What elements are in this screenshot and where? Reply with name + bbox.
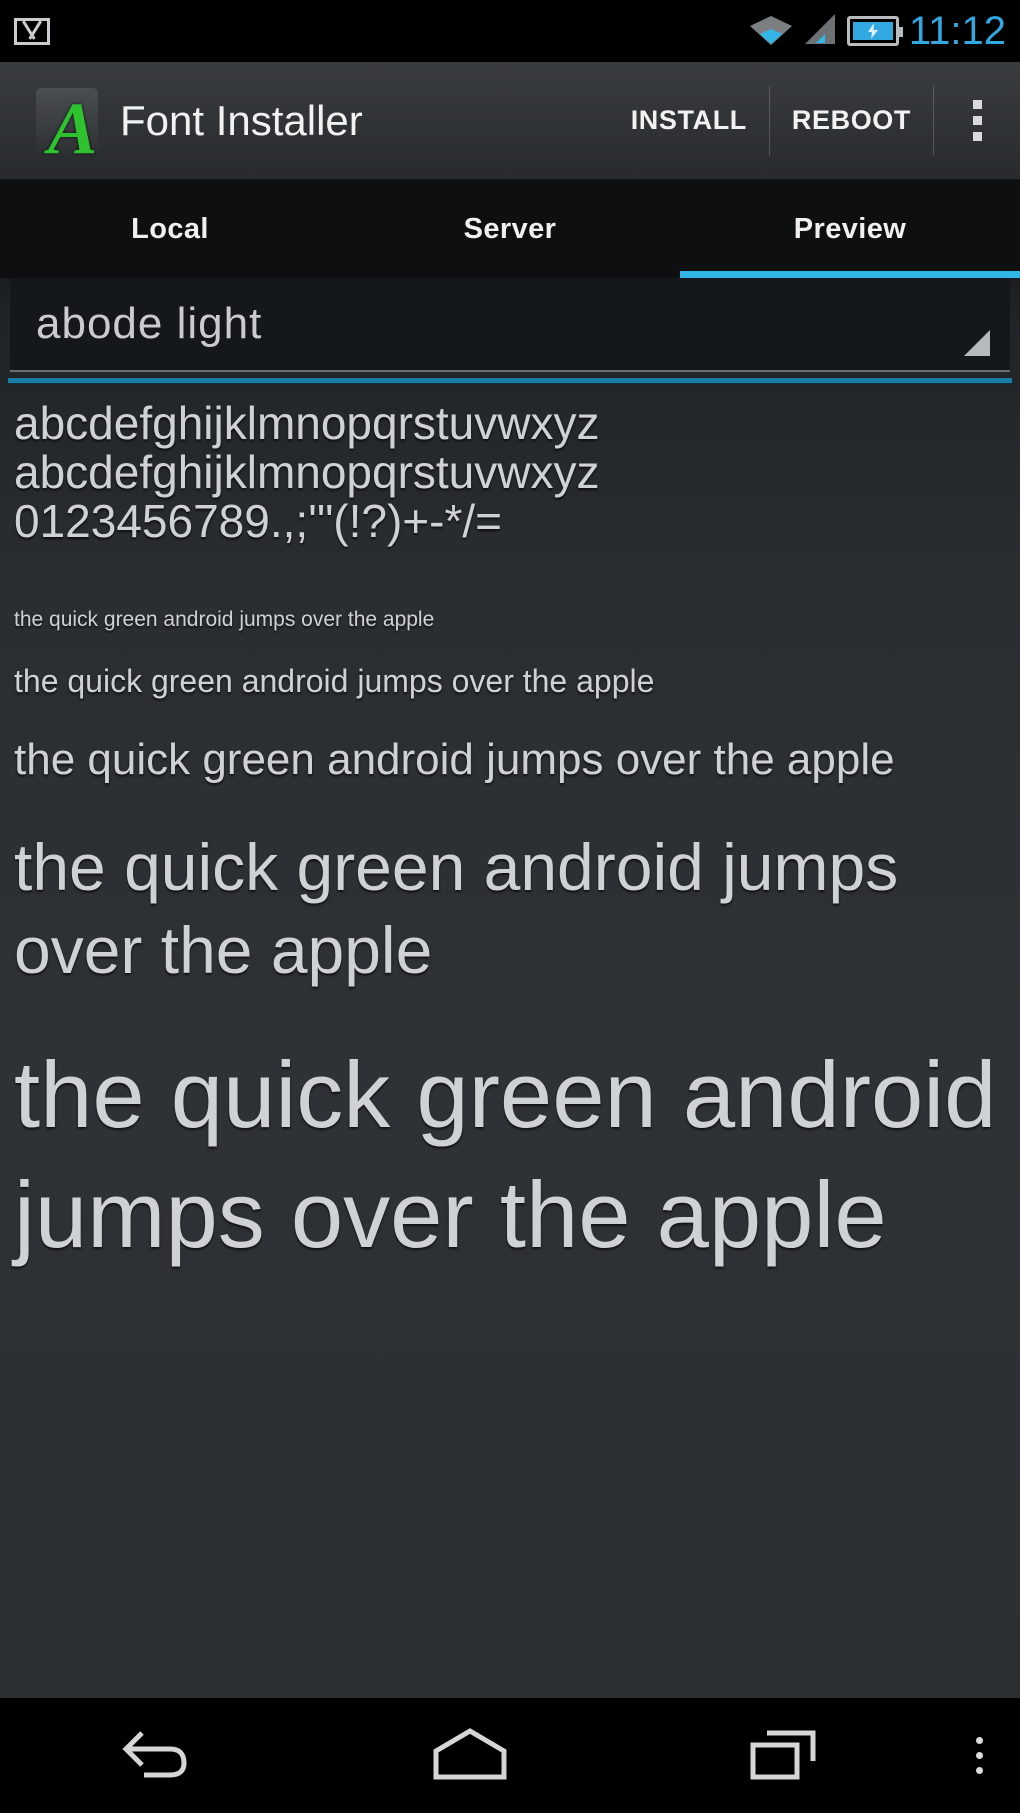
tab-local[interactable]: Local	[0, 180, 340, 278]
tab-indicator-local	[0, 271, 340, 278]
nav-menu-button[interactable]	[940, 1698, 1020, 1813]
tab-preview[interactable]: Preview	[680, 180, 1020, 278]
nav-recents-button[interactable]	[627, 1698, 940, 1813]
reboot-button[interactable]: REBOOT	[770, 62, 933, 180]
glyph-line-numerals: 0123456789.,;'"(!?)+-*/=	[14, 495, 503, 548]
tab-bar: Local Server Preview	[0, 180, 1020, 278]
tab-indicator-preview	[680, 271, 1020, 278]
glyph-line-lowercase: abcdefghijklmnopqrstuvwxyz	[14, 397, 600, 449]
pangram-size-md: the quick green android jumps over the a…	[14, 735, 895, 785]
status-bar-notifications	[14, 17, 50, 45]
tab-indicator-server	[340, 271, 680, 278]
system-navigation-bar	[0, 1698, 1020, 1813]
font-selector-value: abode light	[36, 299, 263, 348]
pangram-size-sm: the quick green android jumps over the a…	[14, 662, 655, 699]
dropdown-triangle-icon	[964, 330, 990, 356]
preview-panel: abode light abcdefghijklmnopqrstuvwxyz a…	[0, 278, 1020, 1698]
nav-back-button[interactable]	[0, 1698, 313, 1813]
android-screen: 11:12 A Font Installer INSTALL REBOOT Lo…	[0, 0, 1020, 1813]
app-icon-letter: A	[48, 87, 98, 170]
wifi-icon	[749, 12, 793, 51]
pangram-size-xl: the quick green android jumps over the a…	[14, 1042, 997, 1268]
overflow-menu-icon[interactable]	[934, 62, 1020, 180]
action-bar: A Font Installer INSTALL REBOOT	[0, 62, 1020, 180]
app-icon: A	[36, 87, 98, 166]
gmail-icon	[14, 17, 50, 45]
app-title: Font Installer	[120, 96, 363, 144]
status-bar-clock: 11:12	[908, 9, 1006, 53]
font-preview-body: abcdefghijklmnopqrstuvwxyz abcdefghijklm…	[0, 383, 1020, 1276]
tab-server[interactable]: Server	[340, 180, 680, 278]
battery-charging-icon	[846, 16, 903, 46]
status-bar-system-icons: 11:12	[749, 11, 1006, 51]
status-bar: 11:12	[0, 0, 1020, 62]
install-button[interactable]: INSTALL	[609, 62, 769, 180]
font-selector-spinner[interactable]: abode light	[10, 278, 1010, 370]
tab-indicator	[0, 271, 1020, 278]
action-bar-actions: INSTALL REBOOT	[609, 62, 1020, 180]
nav-home-button[interactable]	[313, 1698, 626, 1813]
pangram-size-xs: the quick green android jumps over the a…	[14, 607, 435, 631]
pangram-size-lg: the quick green android jumps over the a…	[14, 830, 899, 987]
cell-signal-icon	[803, 12, 837, 51]
spinner-underline	[10, 370, 1010, 372]
glyph-line-uppercase: abcdefghijklmnopqrstuvwxyz	[14, 446, 600, 499]
